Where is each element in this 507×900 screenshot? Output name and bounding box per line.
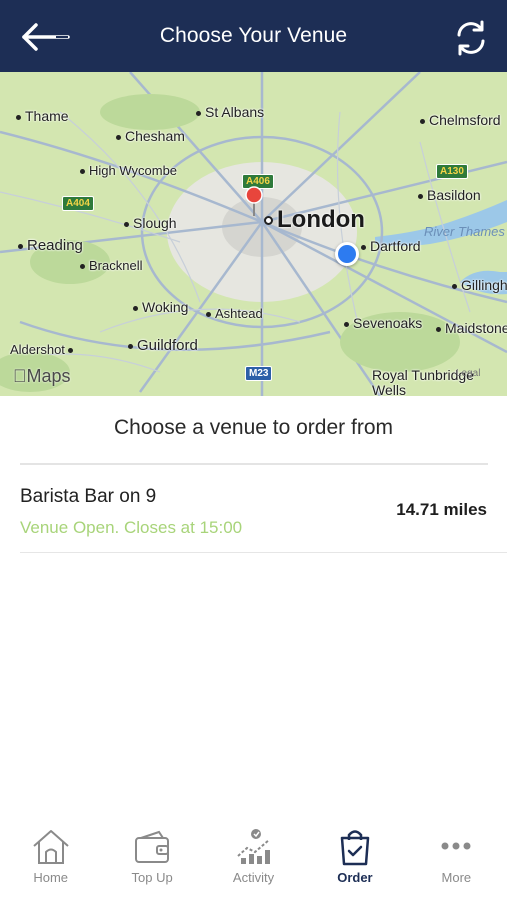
- map-label-slough: Slough: [124, 215, 177, 231]
- divider: [20, 552, 507, 553]
- venue-list-item[interactable]: Barista Bar on 9 Venue Open. Closes at 1…: [0, 466, 507, 552]
- tab-label: Home: [33, 870, 69, 885]
- more-dots-icon: [441, 842, 471, 850]
- bottom-tab-bar: Home Top Up Activity Order More: [0, 814, 507, 900]
- map-label-high-wycombe: High Wycombe: [80, 163, 177, 178]
- map-label-river-thames: River Thames: [424, 224, 505, 239]
- map-label-woking: Woking: [133, 299, 188, 315]
- arrow-left-icon[interactable]: [20, 22, 72, 52]
- tab-order[interactable]: Order: [304, 814, 405, 900]
- map-label-gillingham: Gillingham: [452, 277, 507, 293]
- venue-name: Barista Bar on 9: [20, 486, 157, 507]
- tab-label: More: [441, 870, 472, 885]
- map-label-aldershot: Aldershot: [10, 342, 77, 357]
- venue-list-heading: Choose a venue to order from: [114, 416, 393, 439]
- tab-label: Top Up: [131, 870, 173, 885]
- map-label-sevenoaks: Sevenoaks: [344, 315, 422, 331]
- shopping-bag-icon: [340, 830, 370, 866]
- tab-label: Order: [337, 870, 373, 885]
- home-icon: [33, 830, 69, 864]
- app-header: Choose Your Venue: [0, 0, 507, 72]
- map-label-chelmsford: Chelmsford: [420, 112, 501, 128]
- tab-top-up[interactable]: Top Up: [101, 814, 202, 900]
- map-label-basildon: Basildon: [418, 187, 481, 203]
- map-label-ashtead: Ashtead: [206, 306, 263, 321]
- map-label-maidstone: Maidstone: [436, 320, 507, 336]
- apple-logo-icon: : [13, 366, 27, 386]
- map-label-bracknell: Bracknell: [80, 258, 142, 273]
- map-label-chesham: Chesham: [116, 128, 185, 144]
- map-pin-icon[interactable]: [244, 186, 264, 216]
- refresh-icon[interactable]: [451, 18, 491, 58]
- divider: [20, 463, 488, 465]
- map-label-dartford: Dartford: [361, 238, 421, 254]
- road-sign-a404: A404: [62, 196, 94, 211]
- road-sign-a130: A130: [436, 164, 468, 179]
- venue-distance: 14.71 miles: [396, 500, 487, 519]
- map-label-thame: Thame: [16, 108, 69, 124]
- tab-label: Activity: [232, 870, 275, 885]
- tab-activity[interactable]: Activity: [203, 814, 304, 900]
- user-location-marker: [335, 242, 359, 266]
- activity-chart-icon: [236, 829, 270, 864]
- tab-home[interactable]: Home: [0, 814, 101, 900]
- map-label-guildford: Guildford: [128, 337, 198, 354]
- venue-status: Venue Open. Closes at 15:00: [20, 518, 243, 537]
- map-legal-link[interactable]: Legal: [456, 368, 480, 379]
- map-label-london: London: [264, 206, 365, 234]
- wallet-icon: [135, 830, 170, 863]
- page-title: Choose Your Venue: [159, 24, 348, 47]
- maps-attribution[interactable]: Maps: [13, 366, 71, 387]
- map-label-st-albans: St Albans: [196, 104, 264, 120]
- map-label-reading: Reading: [18, 237, 83, 254]
- road-sign-m23: M23: [245, 366, 273, 381]
- venue-map[interactable]: Thame St Albans Chelmsford Chesham High …: [0, 72, 507, 396]
- tab-more[interactable]: More: [406, 814, 507, 900]
